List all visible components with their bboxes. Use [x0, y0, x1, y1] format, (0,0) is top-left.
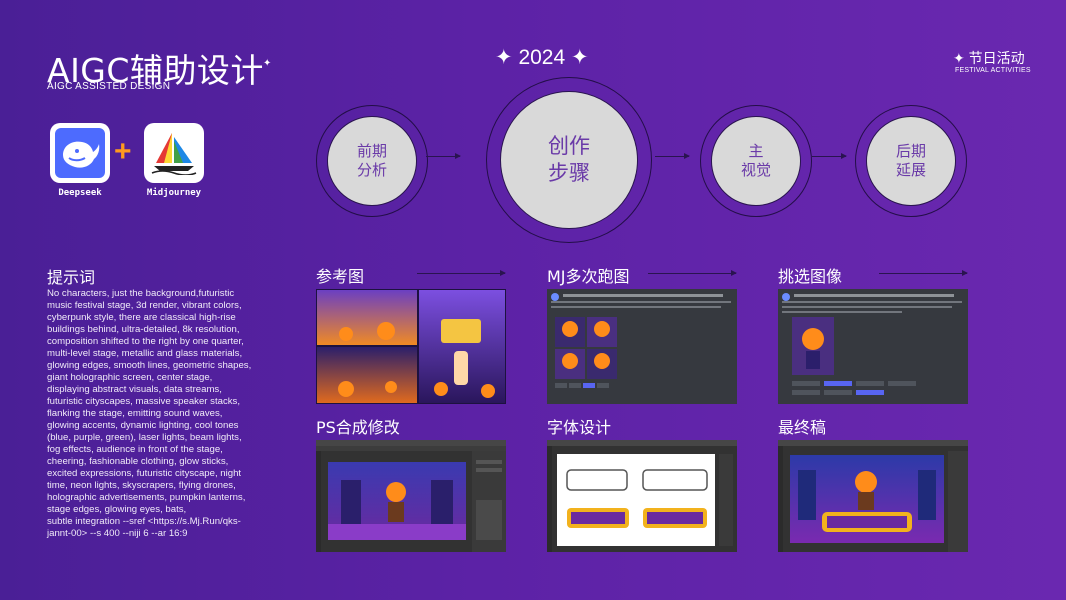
- step-line: 分析: [356, 162, 387, 179]
- midjourney-logo: [144, 123, 204, 183]
- section-label-select: 挑选图像: [778, 267, 843, 286]
- year-value: 2024: [518, 46, 566, 69]
- photoshop-window-image: [316, 440, 506, 552]
- midjourney-label: Midjourney: [146, 188, 202, 198]
- sailboat-icon: [151, 133, 197, 175]
- section-arrow: [879, 270, 968, 276]
- font-design-screenshot: [547, 440, 737, 552]
- prompt-title: 提示词: [47, 268, 96, 287]
- photoshop-composite-screenshot: [316, 440, 506, 552]
- section-label-font-design: 字体设计: [547, 418, 612, 437]
- halloween-collage-image: [317, 290, 505, 403]
- step-line: 主: [748, 143, 764, 160]
- step-analysis: 前期 分析: [327, 116, 417, 206]
- discord-upscale-image: [778, 289, 968, 404]
- section-label-ps-edit: PS合成修改: [316, 418, 400, 437]
- step-main-visual: 主视觉: [711, 116, 801, 206]
- whale-icon: [55, 128, 105, 178]
- final-draft-screenshot: [778, 440, 968, 552]
- deepseek-label: Deepseek: [58, 188, 102, 198]
- discord-grid-image: [547, 289, 737, 404]
- sparkle-icon: ✦: [263, 58, 272, 69]
- step-arrow: [655, 153, 690, 159]
- step-line: 步骤: [548, 162, 590, 185]
- step-creation: 创作 步骤: [500, 91, 638, 229]
- section-label-final: 最终稿: [778, 418, 827, 437]
- step-extension: 后期 延展: [866, 116, 956, 206]
- deepseek-logo: [50, 123, 110, 183]
- step-line: 前期: [356, 143, 387, 160]
- festival-subtitle: FESTIVAL ACTIVITIES: [955, 67, 1031, 74]
- reference-images: [316, 289, 506, 404]
- step-line: 视觉: [740, 162, 771, 179]
- section-label-mj-runs: MJ多次跑图: [547, 267, 630, 286]
- selected-image-screenshot: [778, 289, 968, 404]
- step-line: 创作: [548, 135, 590, 158]
- step-arrow: [426, 153, 461, 159]
- step-line: 延展: [895, 162, 926, 179]
- page-subtitle: AIGC ASSISTED DESIGN: [47, 81, 171, 92]
- lettering-image: [547, 440, 737, 552]
- year-label: ✦ 2024 ✦: [495, 46, 589, 69]
- festival-label: 节日活动: [968, 50, 1025, 66]
- section-label-reference: 参考图: [316, 267, 365, 286]
- final-artwork-image: [778, 440, 968, 552]
- mj-discord-screenshot: [547, 289, 737, 404]
- festival-title: ✦ 节日活动: [953, 50, 1025, 66]
- step-arrow: [812, 153, 847, 159]
- section-arrow: [417, 270, 506, 276]
- step-line: 后期: [895, 143, 926, 160]
- plus-icon: +: [114, 135, 132, 168]
- prompt-text: No characters, just the background,futur…: [47, 288, 252, 539]
- section-arrow: [648, 270, 737, 276]
